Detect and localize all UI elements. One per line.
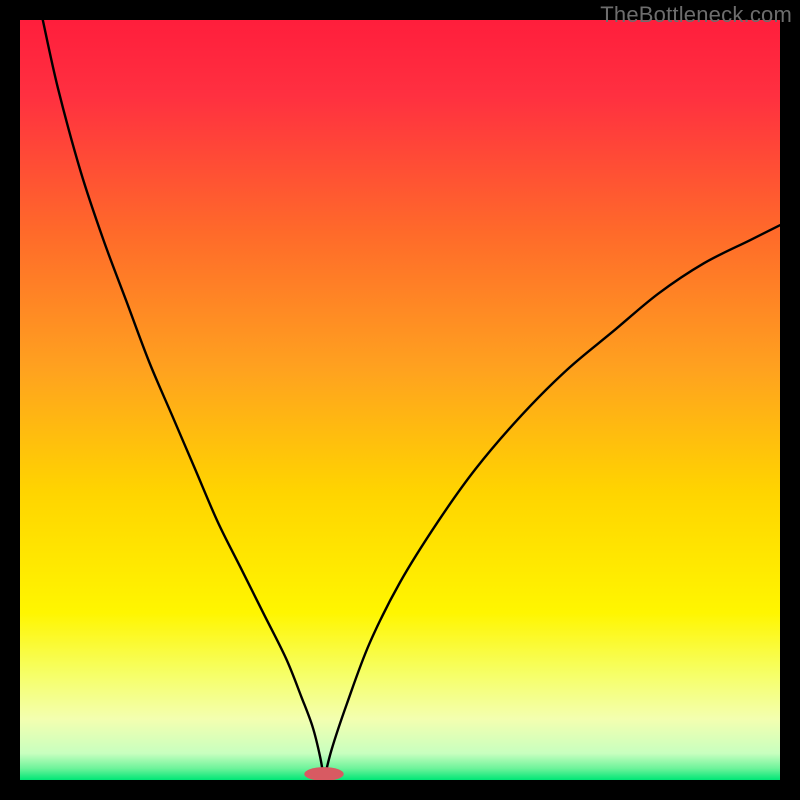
chart-frame — [20, 20, 780, 780]
watermark-text: TheBottleneck.com — [600, 2, 792, 28]
chart-canvas — [20, 20, 780, 780]
gradient-background — [20, 20, 780, 780]
